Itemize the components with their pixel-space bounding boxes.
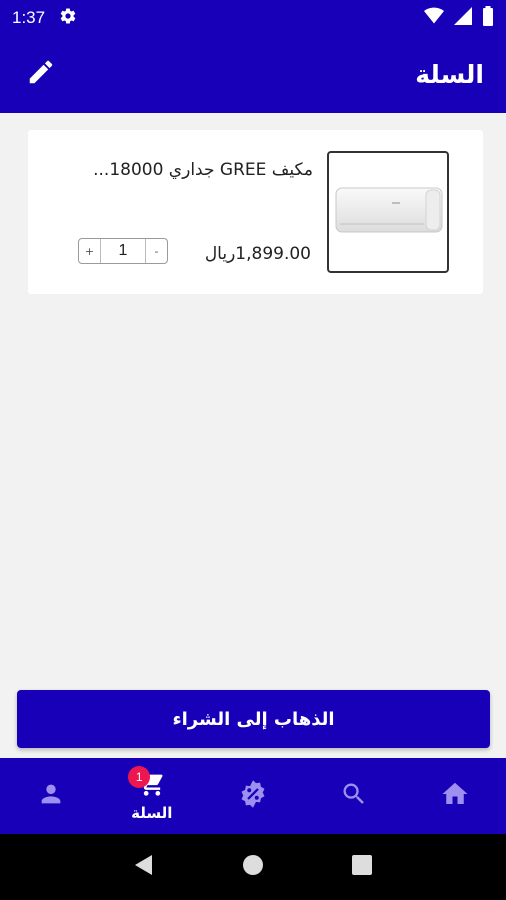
nav-item-account[interactable]: [0, 758, 101, 834]
wifi-icon: [424, 7, 444, 29]
home-icon: [440, 779, 470, 813]
decrease-quantity-button[interactable]: -: [145, 239, 167, 263]
edit-button[interactable]: [24, 57, 58, 91]
air-conditioner-image: [332, 180, 444, 244]
bottom-nav: 1 السلة: [0, 758, 506, 834]
signal-icon: [454, 6, 472, 29]
nav-item-search[interactable]: [304, 758, 405, 834]
checkout-button[interactable]: الذهاب إلى الشراء: [17, 690, 490, 748]
system-nav-bar: [0, 834, 506, 900]
quantity-stepper: + 1 -: [78, 238, 168, 264]
nav-item-cart[interactable]: 1 السلة: [101, 758, 202, 834]
cart-item-card[interactable]: مكيف GREE جداري 18000... 1,899.00ريال + …: [28, 130, 483, 294]
search-icon: [340, 780, 368, 812]
back-button[interactable]: [124, 847, 164, 887]
status-time: 1:37: [12, 7, 46, 27]
home-system-button[interactable]: [233, 847, 273, 887]
product-image[interactable]: [327, 151, 449, 273]
recents-button[interactable]: [342, 847, 382, 887]
nav-item-offers[interactable]: [202, 758, 303, 834]
status-bar: 1:37: [0, 0, 506, 35]
product-name[interactable]: مكيف GREE جداري 18000...: [73, 160, 313, 180]
nav-item-home[interactable]: [405, 758, 506, 834]
discount-icon: [238, 779, 268, 813]
quantity-value[interactable]: 1: [101, 242, 145, 260]
app-bar: السلة: [0, 35, 506, 113]
battery-icon: [482, 5, 494, 30]
product-price: 1,899.00ريال: [204, 244, 311, 264]
nav-label-cart: السلة: [131, 804, 173, 822]
home-circle-icon: [241, 853, 265, 881]
increase-quantity-button[interactable]: +: [79, 239, 101, 263]
cart-content: مكيف GREE جداري 18000... 1,899.00ريال + …: [0, 113, 506, 758]
recents-square-icon: [351, 854, 373, 880]
gear-icon: [59, 7, 77, 29]
page-title: السلة: [415, 59, 484, 89]
back-triangle-icon: [132, 853, 156, 881]
person-icon: [37, 780, 65, 812]
pencil-icon: [26, 57, 56, 91]
